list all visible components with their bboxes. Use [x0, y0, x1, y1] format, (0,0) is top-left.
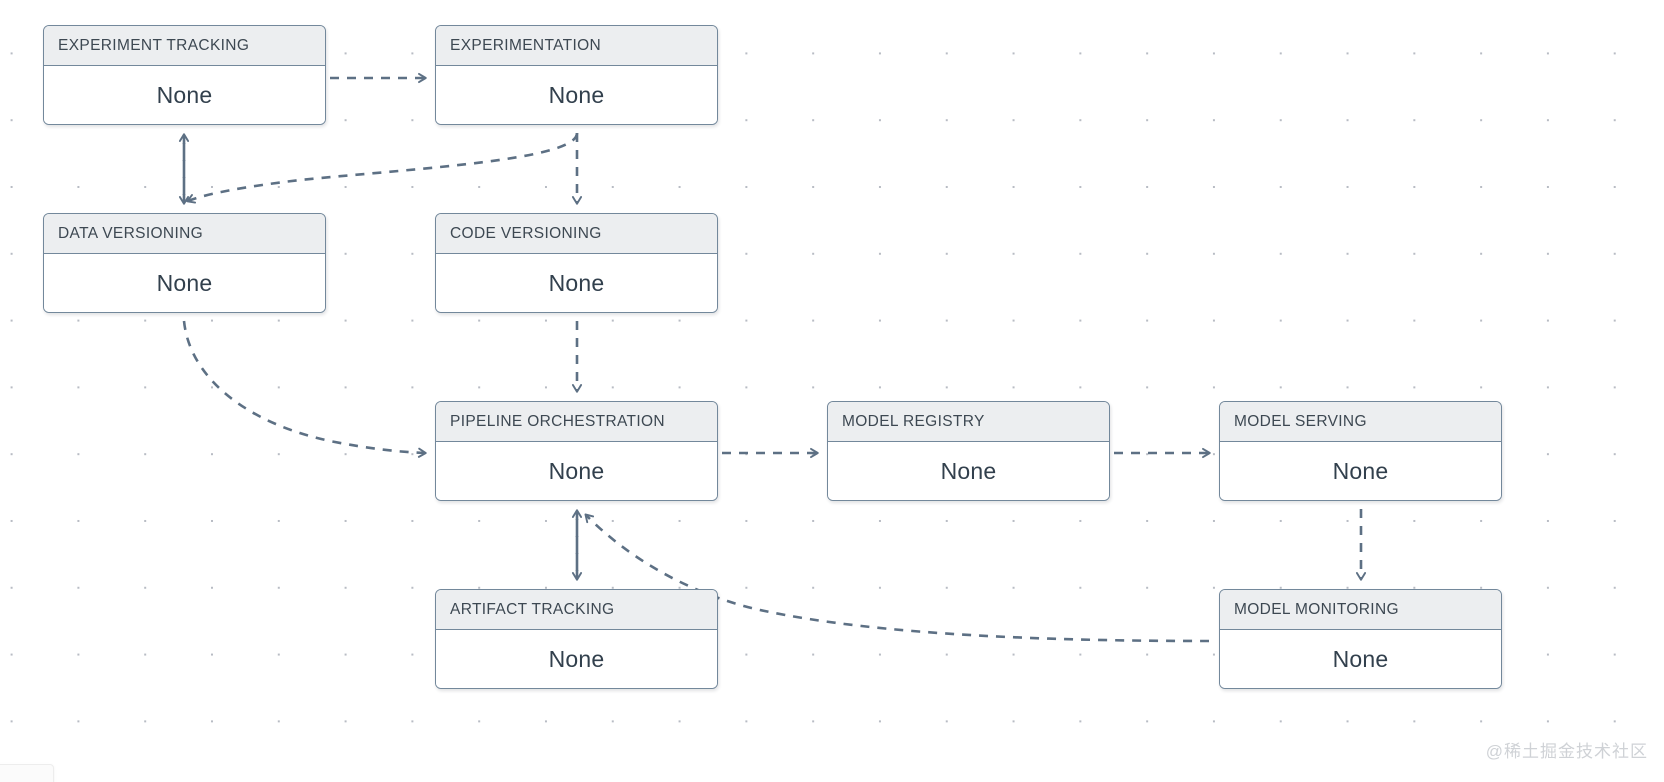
node-pipeline-orchestration[interactable]: PIPELINE ORCHESTRATION None — [435, 401, 718, 501]
node-title: MODEL REGISTRY — [842, 412, 985, 430]
node-header: DATA VERSIONING — [44, 214, 325, 254]
node-body: None — [436, 442, 717, 500]
node-body: None — [436, 66, 717, 124]
node-header: EXPERIMENT TRACKING — [44, 26, 325, 66]
node-body: None — [1220, 442, 1501, 500]
node-title: CODE VERSIONING — [450, 224, 602, 242]
node-header: MODEL SERVING — [1220, 402, 1501, 442]
node-value: None — [1332, 457, 1389, 484]
node-value: None — [940, 457, 997, 484]
node-value: None — [548, 457, 605, 484]
node-header: MODEL REGISTRY — [828, 402, 1109, 442]
node-title: MODEL SERVING — [1234, 412, 1367, 430]
node-body: None — [828, 442, 1109, 500]
node-header: EXPERIMENTATION — [436, 26, 717, 66]
node-value: None — [1332, 645, 1389, 672]
node-body: None — [1220, 630, 1501, 688]
node-title: DATA VERSIONING — [58, 224, 204, 242]
node-value: None — [156, 269, 213, 296]
node-data-versioning[interactable]: DATA VERSIONING None — [43, 213, 326, 313]
node-model-monitoring[interactable]: MODEL MONITORING None — [1219, 589, 1502, 689]
node-value: None — [156, 81, 213, 108]
node-title: EXPERIMENTATION — [450, 36, 602, 54]
canvas-controls-panel[interactable] — [0, 764, 54, 782]
node-value: None — [548, 269, 605, 296]
node-model-registry[interactable]: MODEL REGISTRY None — [827, 401, 1110, 501]
node-title: PIPELINE ORCHESTRATION — [450, 412, 665, 430]
node-value: None — [548, 645, 605, 672]
node-experiment-tracking[interactable]: EXPERIMENT TRACKING None — [43, 25, 326, 125]
node-header: CODE VERSIONING — [436, 214, 717, 254]
node-header: PIPELINE ORCHESTRATION — [436, 402, 717, 442]
node-title: EXPERIMENT TRACKING — [58, 36, 250, 54]
node-value: None — [548, 81, 605, 108]
edge-data-versioning-to-pipeline-orchestration — [182, 320, 427, 458]
node-body: None — [44, 254, 325, 312]
watermark: @稀土掘金技术社区 — [1485, 742, 1648, 761]
node-body: None — [436, 254, 717, 312]
node-code-versioning[interactable]: CODE VERSIONING None — [435, 213, 718, 313]
node-experimentation[interactable]: EXPERIMENTATION None — [435, 25, 718, 125]
node-body: None — [44, 66, 325, 124]
node-title: ARTIFACT TRACKING — [450, 600, 615, 618]
node-header: MODEL MONITORING — [1220, 590, 1501, 630]
node-body: None — [436, 630, 717, 688]
node-header: ARTIFACT TRACKING — [436, 590, 717, 630]
node-title: MODEL MONITORING — [1234, 600, 1399, 618]
node-model-serving[interactable]: MODEL SERVING None — [1219, 401, 1502, 501]
diagram-canvas[interactable]: EXPERIMENT TRACKING None EXPERIMENTATION… — [0, 0, 1664, 782]
node-artifact-tracking[interactable]: ARTIFACT TRACKING None — [435, 589, 718, 689]
edge-experimentation-to-data-versioning — [186, 132, 579, 204]
